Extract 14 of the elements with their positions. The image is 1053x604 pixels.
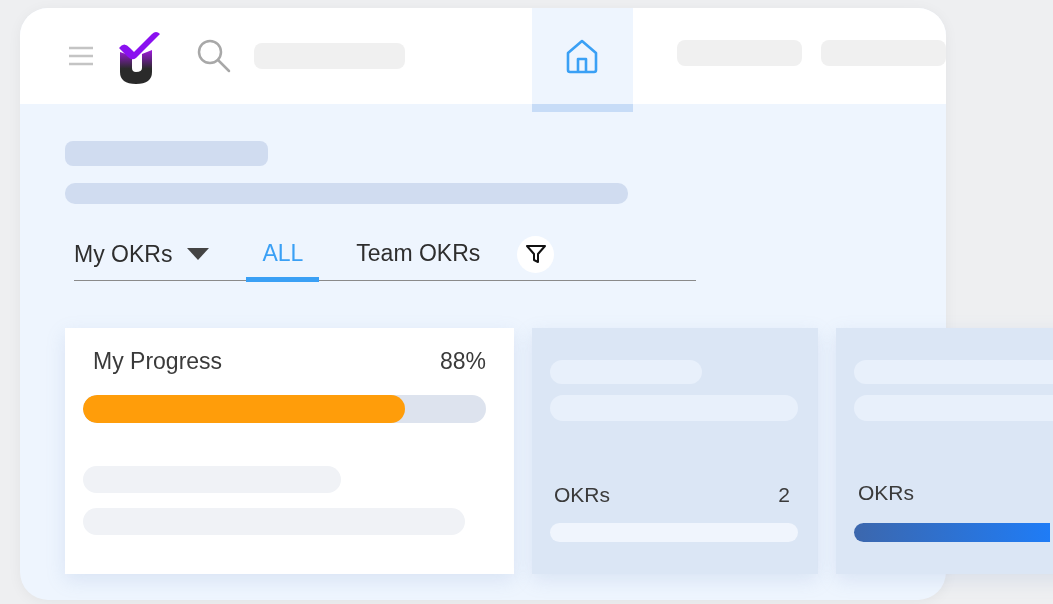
home-icon bbox=[565, 38, 600, 74]
okrs-label: OKRs bbox=[858, 481, 914, 505]
caret-icon bbox=[186, 247, 211, 261]
okrs-dropdown[interactable]: My OKRs bbox=[74, 240, 211, 268]
progress-percent: 88% bbox=[439, 348, 486, 375]
search-icon[interactable] bbox=[196, 38, 232, 74]
menu-icon[interactable] bbox=[68, 46, 94, 66]
filter-button[interactable] bbox=[517, 235, 555, 273]
okrs-label: OKRs bbox=[554, 483, 610, 507]
card-title: My Progress bbox=[93, 348, 223, 375]
filter-icon bbox=[524, 243, 547, 265]
filter-tab[interactable]: Team OKRs bbox=[340, 229, 497, 282]
okrs-count: 2 bbox=[778, 483, 790, 507]
home-tab[interactable] bbox=[531, 8, 633, 112]
